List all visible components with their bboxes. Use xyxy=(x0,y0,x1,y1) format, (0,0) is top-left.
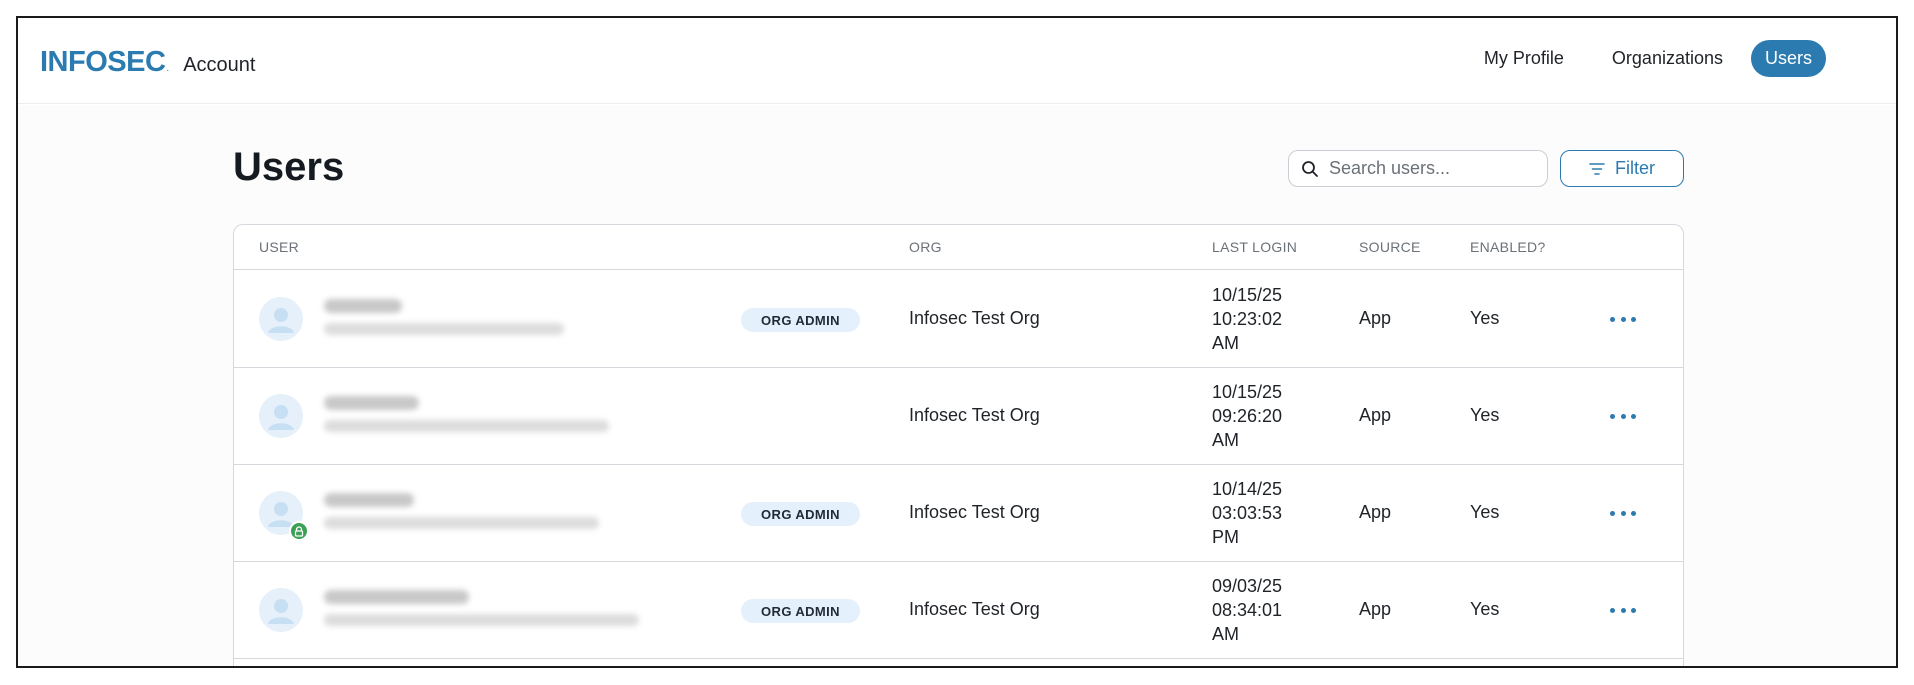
nav-my-profile[interactable]: My Profile xyxy=(1464,40,1584,77)
org-cell: Infosec Test Org xyxy=(909,308,1040,328)
dot-icon xyxy=(1620,510,1626,516)
user-avatar-icon xyxy=(268,308,294,333)
filter-button[interactable]: Filter xyxy=(1560,150,1684,187)
redacted-user-name xyxy=(324,396,419,410)
dot-icon xyxy=(1620,607,1626,613)
dot-icon xyxy=(1631,413,1636,419)
dot-icon xyxy=(1631,607,1636,613)
enabled-cell: Yes xyxy=(1470,599,1500,619)
search-box[interactable] xyxy=(1288,150,1548,187)
app-window: INFOSEC. Account My Profile Organization… xyxy=(16,16,1898,668)
avatar xyxy=(259,491,309,541)
more-actions-button[interactable] xyxy=(1610,501,1636,525)
login-ampm: AM xyxy=(1212,430,1239,450)
avatar xyxy=(259,297,303,341)
user-avatar-icon xyxy=(268,599,294,624)
search-input[interactable] xyxy=(1329,158,1529,179)
column-header-last-login[interactable]: LAST LOGIN xyxy=(1212,239,1297,255)
table-row[interactable]: ORG ADMIN Infosec Test Org 09/03/25 08:3… xyxy=(234,562,1683,659)
column-header-org[interactable]: ORG xyxy=(909,239,942,255)
dot-icon xyxy=(1610,510,1615,516)
app-name: Account xyxy=(183,54,256,76)
filter-label: Filter xyxy=(1615,158,1655,178)
table-row[interactable]: ORG ADMIN Infosec Test Org 10/15/25 10:2… xyxy=(234,271,1683,368)
login-date: 09/03/25 xyxy=(1212,576,1283,596)
logo-dot: . xyxy=(166,63,170,74)
infosec-logo[interactable]: INFOSEC xyxy=(40,46,166,79)
source-cell: App xyxy=(1359,502,1392,522)
search-icon xyxy=(1302,160,1318,177)
dot-icon xyxy=(1620,413,1626,419)
redacted-user-name xyxy=(324,590,469,604)
more-actions-button[interactable] xyxy=(1610,307,1636,331)
nav-users[interactable]: Users xyxy=(1750,40,1826,77)
brand[interactable]: INFOSEC. Account xyxy=(40,46,255,79)
more-actions-button[interactable] xyxy=(1610,598,1636,622)
login-date: 10/15/25 xyxy=(1212,382,1283,402)
login-ampm: AM xyxy=(1212,333,1239,353)
dot-icon xyxy=(1610,316,1615,322)
redacted-user-email xyxy=(324,614,639,626)
org-cell: Infosec Test Org xyxy=(909,599,1040,619)
main-content: Users Filter USER ORG LAST LOGIN SOURCE xyxy=(18,105,1896,666)
login-time: 08:34:01 xyxy=(1212,600,1283,620)
main-nav: My Profile Organizations Users xyxy=(1464,40,1826,77)
user-avatar-icon xyxy=(268,405,294,430)
dot-icon xyxy=(1631,510,1636,516)
redacted-user-name xyxy=(324,493,414,507)
avatar xyxy=(259,394,303,438)
redacted-user-email xyxy=(324,517,599,529)
table-row[interactable]: Infosec Test Org 10/15/25 09:26:20 AM Ap… xyxy=(234,368,1683,465)
column-header-source[interactable]: SOURCE xyxy=(1359,239,1421,255)
more-actions-button[interactable] xyxy=(1610,404,1636,428)
table-row[interactable]: ORG ADMIN Infosec Test Org 10/14/25 03:0… xyxy=(234,465,1683,562)
enabled-cell: Yes xyxy=(1470,405,1500,425)
org-cell: Infosec Test Org xyxy=(909,405,1040,425)
org-cell: Infosec Test Org xyxy=(909,502,1040,522)
users-table: USER ORG LAST LOGIN SOURCE ENABLED? ORG … xyxy=(233,224,1684,666)
login-date: 10/15/25 xyxy=(1212,285,1283,305)
dot-icon xyxy=(1610,413,1615,419)
page-title: Users xyxy=(233,145,345,189)
dot-icon xyxy=(1610,607,1615,613)
redacted-user-email xyxy=(324,323,564,335)
source-cell: App xyxy=(1359,599,1392,619)
last-login-cell: 10/15/25 10:23:02 AM xyxy=(1212,283,1292,355)
redacted-user-email xyxy=(324,420,609,432)
dot-icon xyxy=(1620,316,1626,322)
role-badge: ORG ADMIN xyxy=(741,308,860,332)
top-navigation-bar: INFOSEC. Account My Profile Organization… xyxy=(18,18,1896,104)
redacted-user-name xyxy=(324,299,402,313)
last-login-cell: 09/03/25 08:34:01 AM xyxy=(1212,574,1292,646)
enabled-cell: Yes xyxy=(1470,308,1500,328)
login-time: 03:03:53 xyxy=(1212,503,1283,523)
lock-icon xyxy=(294,525,304,537)
last-login-cell: 10/15/25 09:26:20 AM xyxy=(1212,380,1292,452)
column-header-user[interactable]: USER xyxy=(259,239,299,255)
login-time: 10:23:02 xyxy=(1212,309,1283,329)
role-badge: ORG ADMIN xyxy=(741,599,860,623)
column-header-enabled[interactable]: ENABLED? xyxy=(1470,239,1546,255)
login-date: 10/14/25 xyxy=(1212,479,1283,499)
source-cell: App xyxy=(1359,405,1392,425)
login-ampm: PM xyxy=(1212,527,1239,547)
filter-icon xyxy=(1589,162,1605,175)
nav-organizations[interactable]: Organizations xyxy=(1592,40,1743,77)
login-time: 09:26:20 xyxy=(1212,406,1283,426)
dot-icon xyxy=(1631,316,1636,322)
table-header: USER ORG LAST LOGIN SOURCE ENABLED? xyxy=(234,225,1683,270)
locked-status-badge xyxy=(289,521,309,541)
last-login-cell: 10/14/25 03:03:53 PM xyxy=(1212,477,1292,549)
avatar xyxy=(259,588,303,632)
source-cell: App xyxy=(1359,308,1392,328)
role-badge: ORG ADMIN xyxy=(741,502,860,526)
enabled-cell: Yes xyxy=(1470,502,1500,522)
login-ampm: AM xyxy=(1212,624,1239,644)
